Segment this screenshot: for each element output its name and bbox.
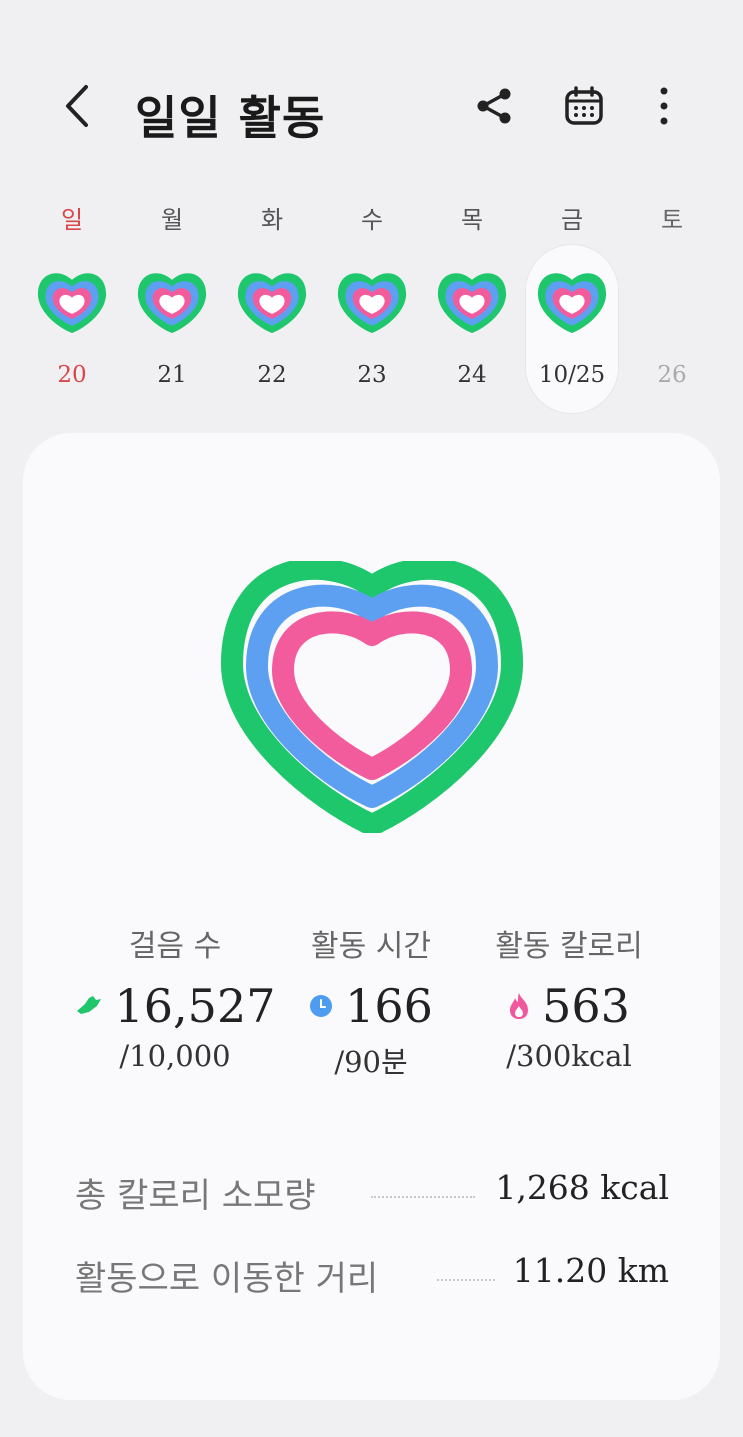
total-calories-label: 총 칼로리 소모량 bbox=[75, 1176, 316, 1216]
date-label: 22 bbox=[257, 362, 287, 388]
weekday-label: 금 bbox=[560, 206, 584, 234]
date-label: 24 bbox=[457, 362, 487, 388]
share-icon bbox=[477, 88, 511, 124]
dotted-leader bbox=[371, 1196, 475, 1198]
weekday-label: 화 bbox=[260, 206, 284, 234]
active-time-value: 166 bbox=[345, 979, 433, 1033]
week-selector: 일 20 월 21 화 22 수 23 목 24 금 10/25 토 26 bbox=[22, 190, 722, 420]
active-time-goal: /90분 bbox=[334, 1045, 408, 1079]
activity-rings-heart bbox=[220, 561, 524, 833]
dotted-leader bbox=[437, 1279, 495, 1281]
date-label: 23 bbox=[357, 362, 387, 388]
share-button[interactable] bbox=[468, 80, 520, 132]
date-label: 20 bbox=[57, 362, 87, 388]
day-mon[interactable]: 월 21 bbox=[122, 190, 222, 420]
calendar-button[interactable] bbox=[558, 80, 610, 132]
page-title: 일일 활동 bbox=[135, 91, 326, 145]
activity-heart-icon bbox=[35, 268, 109, 336]
date-label: 10/25 bbox=[538, 362, 606, 388]
steps-stat: 걸음 수 16,527 /10,000 bbox=[65, 921, 285, 1073]
weekday-label: 일 bbox=[60, 206, 84, 234]
day-wed[interactable]: 수 23 bbox=[322, 190, 422, 420]
more-options-button[interactable] bbox=[638, 80, 690, 132]
weekday-label: 목 bbox=[460, 206, 484, 234]
day-fri-selected[interactable]: 금 10/25 bbox=[522, 190, 622, 420]
activity-heart-icon bbox=[435, 268, 509, 336]
back-icon bbox=[66, 85, 88, 127]
active-calories-value: 563 bbox=[542, 979, 630, 1033]
active-calories-stat: 활동 칼로리 563 /300kcal bbox=[459, 921, 679, 1073]
date-label: 26 bbox=[657, 362, 687, 388]
day-thu[interactable]: 목 24 bbox=[422, 190, 522, 420]
active-time-stat: 활동 시간 166 /90분 bbox=[261, 921, 481, 1081]
activity-heart-icon bbox=[535, 268, 609, 336]
distance-value: 11.20 km bbox=[512, 1251, 669, 1290]
active-calories-goal: /300kcal bbox=[506, 1039, 632, 1073]
day-tue[interactable]: 화 22 bbox=[222, 190, 322, 420]
weekday-label: 수 bbox=[360, 206, 384, 234]
steps-goal: /10,000 bbox=[119, 1039, 231, 1073]
back-button[interactable] bbox=[52, 78, 102, 134]
distance-label: 활동으로 이동한 거리 bbox=[75, 1259, 379, 1299]
weekday-label: 월 bbox=[160, 206, 184, 234]
more-icon bbox=[660, 87, 668, 125]
activity-summary-card: 걸음 수 16,527 /10,000 활동 시간 166 /90분 활동 칼로… bbox=[23, 433, 720, 1400]
activity-heart-icon bbox=[135, 268, 209, 336]
total-calories-value: 1,268 kcal bbox=[495, 1168, 669, 1207]
date-label: 21 bbox=[157, 362, 187, 388]
weekday-label: 토 bbox=[660, 206, 684, 234]
top-app-bar: 일일 활동 bbox=[0, 60, 743, 160]
day-sat[interactable]: 토 26 bbox=[622, 190, 722, 420]
active-calories-label: 활동 칼로리 bbox=[495, 929, 643, 964]
flame-icon bbox=[510, 993, 529, 1019]
activity-heart-icon bbox=[335, 268, 409, 336]
shoe-icon bbox=[76, 996, 101, 1014]
distance-row: 활동으로 이동한 거리 11.20 km bbox=[75, 1251, 669, 1301]
total-calories-row: 총 칼로리 소모량 1,268 kcal bbox=[75, 1168, 669, 1218]
calendar-icon bbox=[565, 86, 603, 125]
steps-value: 16,527 bbox=[114, 979, 276, 1033]
clock-icon bbox=[310, 995, 333, 1017]
active-time-label: 활동 시간 bbox=[311, 929, 431, 964]
steps-label: 걸음 수 bbox=[128, 929, 222, 964]
day-sun[interactable]: 일 20 bbox=[22, 190, 122, 420]
activity-heart-icon bbox=[235, 268, 309, 336]
